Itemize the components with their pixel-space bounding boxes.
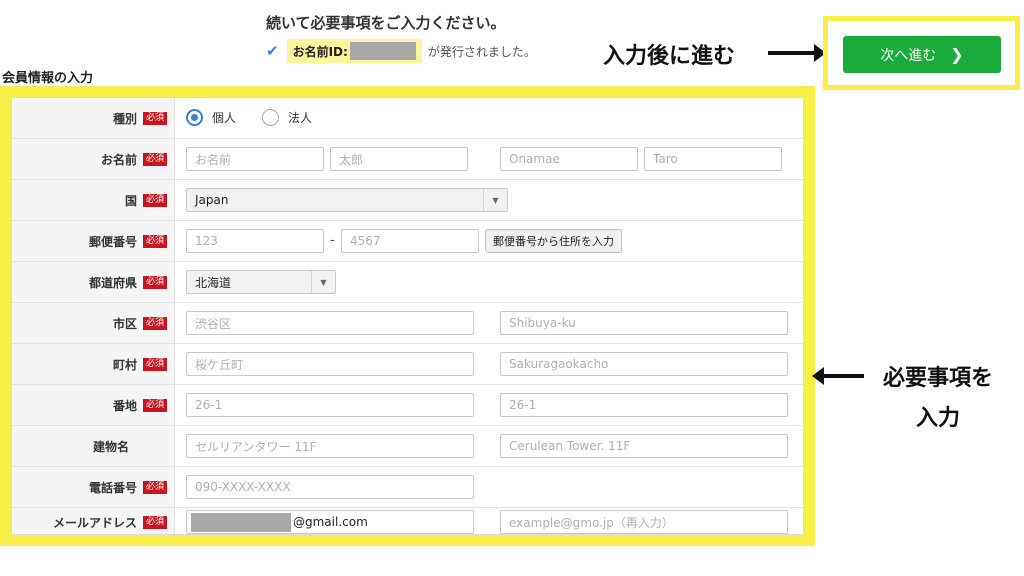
- radio-corporate-label[interactable]: 法人: [288, 109, 312, 126]
- radio-individual-label[interactable]: 個人: [212, 109, 236, 126]
- row-prefecture: 都道府県 必須 北海道 ▼: [12, 262, 803, 303]
- label-cell: 電話番号 必須: [12, 467, 175, 507]
- chevron-right-icon: ❯: [950, 45, 964, 64]
- member-form: 種別 必須 個人 法人 お名前 必須 お名前 太郎 Onamae Taro 国 …: [11, 97, 804, 535]
- row-postal: 郵便番号 必須 123 - 4567 郵便番号から住所を入力: [12, 221, 803, 262]
- label-cell: 都道府県 必須: [12, 262, 175, 302]
- id-issued-notice: ✔ お名前ID: が発行されました。: [266, 39, 536, 63]
- postal-separator: -: [330, 233, 335, 248]
- email-label: メールアドレス: [52, 515, 137, 530]
- prefecture-value: 北海道: [195, 275, 232, 290]
- city-label: 市区: [112, 316, 137, 331]
- arrow-left-icon: [812, 367, 864, 385]
- required-badge: 必須: [142, 234, 167, 248]
- row-name: お名前 必須 お名前 太郎 Onamae Taro: [12, 139, 803, 180]
- redacted-id: [349, 42, 416, 60]
- annotation-required: 必要事項を 入力: [868, 359, 1008, 439]
- type-label: 種別: [112, 111, 137, 126]
- address-label: 番地: [112, 398, 137, 413]
- postal-lookup-button[interactable]: 郵便番号から住所を入力: [485, 229, 622, 253]
- first-name-roman-input[interactable]: Taro: [644, 147, 782, 171]
- row-building: 建物名 セルリアンタワー 11F Cerulean Tower. 11F: [12, 426, 803, 467]
- required-badge: 必須: [142, 193, 167, 207]
- country-select[interactable]: Japan ▼: [186, 188, 508, 212]
- label-cell: 町村 必須: [12, 344, 175, 384]
- row-type: 種別 必須 個人 法人: [12, 98, 803, 139]
- country-label: 国: [124, 193, 137, 208]
- required-badge: 必須: [142, 480, 167, 494]
- building-input[interactable]: セルリアンタワー 11F: [186, 434, 474, 458]
- required-badge: 必須: [142, 515, 167, 529]
- row-email: メールアドレス 必須 @gmail.com example@gmo.jp（再入力…: [12, 508, 803, 534]
- name-id-highlight: お名前ID:: [286, 39, 422, 63]
- required-badge: 必須: [142, 275, 167, 289]
- next-button-label: 次へ進む: [880, 47, 937, 64]
- country-value: Japan: [195, 193, 229, 207]
- address-roman-input[interactable]: 26-1: [500, 393, 788, 417]
- name-label: お名前: [100, 152, 137, 167]
- next-button[interactable]: 次へ進む ❯: [843, 36, 1001, 73]
- last-name-roman-input[interactable]: Onamae: [500, 147, 638, 171]
- last-name-input[interactable]: お名前: [186, 147, 324, 171]
- dropdown-arrow-icon: ▼: [483, 189, 507, 211]
- dropdown-arrow-icon: ▼: [311, 271, 335, 293]
- postal-code-part2-input[interactable]: 4567: [341, 229, 479, 253]
- prefecture-select[interactable]: 北海道 ▼: [186, 270, 336, 294]
- form-highlight: 種別 必須 個人 法人 お名前 必須 お名前 太郎 Onamae Taro 国 …: [0, 86, 815, 546]
- email-confirm-input[interactable]: example@gmo.jp（再入力）: [500, 510, 788, 534]
- row-country: 国 必須 Japan ▼: [12, 180, 803, 221]
- row-city: 市区 必須 渋谷区 Shibuya-ku: [12, 303, 803, 344]
- page-heading: 続いて必要事項をご入力ください。: [266, 14, 506, 32]
- radio-individual[interactable]: [186, 109, 203, 126]
- phone-input[interactable]: 090-XXXX-XXXX: [186, 475, 474, 499]
- label-cell: メールアドレス 必須: [12, 508, 175, 534]
- building-roman-input[interactable]: Cerulean Tower. 11F: [500, 434, 788, 458]
- check-icon: ✔: [266, 42, 279, 60]
- required-badge: 必須: [142, 398, 167, 412]
- label-cell: 種別 必須: [12, 98, 175, 138]
- city-input[interactable]: 渋谷区: [186, 311, 474, 335]
- row-phone: 電話番号 必須 090-XXXX-XXXX: [12, 467, 803, 508]
- required-badge: 必須: [142, 111, 167, 125]
- label-cell: 国 必須: [12, 180, 175, 220]
- building-label: 建物名: [92, 439, 129, 454]
- city-roman-input[interactable]: Shibuya-ku: [500, 311, 788, 335]
- radio-corporate[interactable]: [262, 109, 280, 126]
- annotation-next: 入力後に進む: [603, 44, 736, 69]
- label-cell: 建物名: [12, 426, 175, 466]
- annotation-required-line2: 入力: [915, 406, 960, 431]
- row-address: 番地 必須 26-1 26-1: [12, 385, 803, 426]
- notice-suffix: が発行されました。: [427, 44, 536, 59]
- town-input[interactable]: 桜ケ丘町: [186, 352, 474, 376]
- next-button-highlight: 次へ進む ❯: [823, 16, 1020, 90]
- section-title: 会員情報の入力: [2, 71, 94, 86]
- postal-label: 郵便番号: [88, 234, 137, 249]
- name-id-label: お名前ID:: [292, 44, 348, 59]
- redacted-email: [191, 512, 291, 532]
- label-cell: お名前 必須: [12, 139, 175, 179]
- email-input[interactable]: @gmail.com: [186, 510, 474, 534]
- town-label: 町村: [112, 357, 137, 372]
- required-badge: 必須: [142, 316, 167, 330]
- postal-code-part1-input[interactable]: 123: [186, 229, 324, 253]
- address-input[interactable]: 26-1: [186, 393, 474, 417]
- required-badge: 必須: [142, 357, 167, 371]
- arrow-right-icon: [768, 44, 826, 62]
- prefecture-label: 都道府県: [88, 275, 137, 290]
- first-name-input[interactable]: 太郎: [330, 147, 468, 171]
- town-roman-input[interactable]: Sakuragaokacho: [500, 352, 788, 376]
- annotation-required-line1: 必要事項を: [882, 366, 993, 391]
- phone-label: 電話番号: [88, 480, 137, 495]
- required-badge: 必須: [142, 152, 167, 166]
- label-cell: 市区 必須: [12, 303, 175, 343]
- email-suffix: @gmail.com: [293, 515, 368, 529]
- label-cell: 番地 必須: [12, 385, 175, 425]
- type-radio-group: 個人 法人: [186, 109, 312, 126]
- label-cell: 郵便番号 必須: [12, 221, 175, 261]
- row-town: 町村 必須 桜ケ丘町 Sakuragaokacho: [12, 344, 803, 385]
